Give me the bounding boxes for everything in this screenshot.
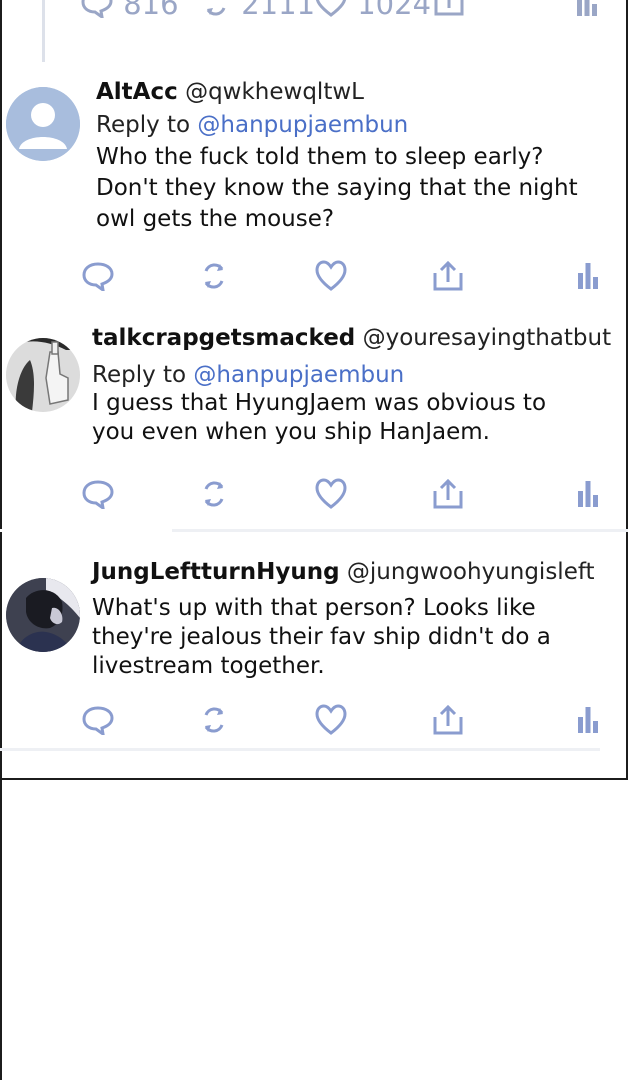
user-handle[interactable]: @youresayingthatbut — [363, 325, 612, 351]
like-button[interactable] — [313, 258, 349, 294]
tweet-text: I guess that HyungJaem was obvious to yo… — [92, 390, 547, 445]
retweet-button[interactable] — [196, 702, 232, 738]
shush-hand-photo[interactable] — [6, 338, 80, 412]
reply-mention-link[interactable]: @hanpupjaembun — [193, 362, 404, 388]
share-icon — [433, 704, 463, 735]
tweet-text: Who the fuck told them to sleep early? D… — [96, 144, 578, 232]
divider — [0, 748, 600, 751]
top-retweet-stat[interactable]: 2111 — [200, 0, 315, 24]
stats-icon — [578, 263, 598, 289]
retweet-button[interactable] — [196, 258, 232, 294]
tweet-header: AltAcc @qwkhewqltwL — [96, 78, 364, 106]
reply-context: Reply to @hanpupjaembun — [96, 111, 408, 139]
reply-button[interactable] — [80, 476, 116, 512]
display-name[interactable]: talkcrapgetsmacked — [92, 325, 355, 351]
tweet-actions — [0, 476, 628, 512]
left-border — [0, 0, 2, 1080]
like-icon — [315, 704, 347, 735]
tweet-header: JungLeftturnHyung @jungwoohyungisleft — [92, 558, 595, 586]
tweet-header: talkcrapgetsmacked @youresayingthatbut — [92, 324, 611, 352]
reply-mention-link[interactable]: @hanpupjaembun — [197, 112, 408, 138]
retweet-icon — [204, 707, 224, 733]
user-handle[interactable]: @jungwoohyungisleft — [347, 559, 595, 585]
reply-button[interactable] — [80, 702, 116, 738]
share-icon — [433, 478, 463, 509]
tweet-actions — [0, 702, 628, 738]
reply-icon — [80, 0, 114, 24]
stats-icon — [578, 707, 598, 733]
bottom-rule — [0, 778, 628, 780]
stats-icon — [578, 481, 598, 507]
reply-prefix: Reply to — [96, 112, 191, 138]
share-button[interactable] — [430, 702, 466, 738]
like-button[interactable] — [313, 702, 349, 738]
like-icon — [315, 478, 347, 509]
share-icon — [432, 0, 466, 24]
person-photo[interactable] — [6, 578, 80, 652]
stats-button[interactable] — [570, 258, 606, 294]
stats-button[interactable] — [570, 702, 606, 738]
divider-gap — [0, 529, 172, 532]
reply-prefix: Reply to — [92, 362, 187, 388]
reply-context: Reply to @hanpupjaembun — [92, 361, 404, 389]
share-icon — [433, 260, 463, 291]
top-retweet-count: 2111 — [241, 0, 316, 21]
user-handle[interactable]: @qwkhewqltwL — [185, 79, 364, 105]
top-like-stat[interactable]: 1024 — [314, 0, 431, 24]
top-like-count: 1024 — [357, 0, 432, 21]
like-icon — [315, 260, 347, 291]
like-button[interactable] — [313, 476, 349, 512]
share-button[interactable] — [430, 476, 466, 512]
stats-icon — [576, 0, 598, 24]
stats-button[interactable] — [570, 476, 606, 512]
divider — [172, 529, 628, 532]
previous-tweet-actions: 816 2111 1024 — [0, 0, 628, 28]
retweet-icon — [204, 481, 224, 507]
retweet-icon — [200, 0, 232, 24]
top-share-stat[interactable] — [432, 0, 466, 24]
display-name[interactable]: JungLeftturnHyung — [92, 559, 340, 585]
reply-icon — [82, 706, 114, 735]
reply-button[interactable] — [80, 258, 116, 294]
default-user-icon[interactable] — [6, 87, 80, 161]
tweet-text: What's up with that person? Looks like t… — [92, 595, 551, 679]
retweet-icon — [204, 263, 224, 289]
share-button[interactable] — [430, 258, 466, 294]
retweet-button[interactable] — [196, 476, 232, 512]
display-name[interactable]: AltAcc — [96, 79, 178, 105]
top-reply-stat[interactable]: 816 — [80, 0, 179, 24]
reply-icon — [82, 262, 114, 291]
top-stats-stat[interactable] — [576, 0, 598, 24]
top-reply-count: 816 — [123, 0, 179, 21]
like-icon — [314, 0, 348, 24]
tweet-actions — [0, 258, 628, 294]
reply-icon — [82, 480, 114, 509]
